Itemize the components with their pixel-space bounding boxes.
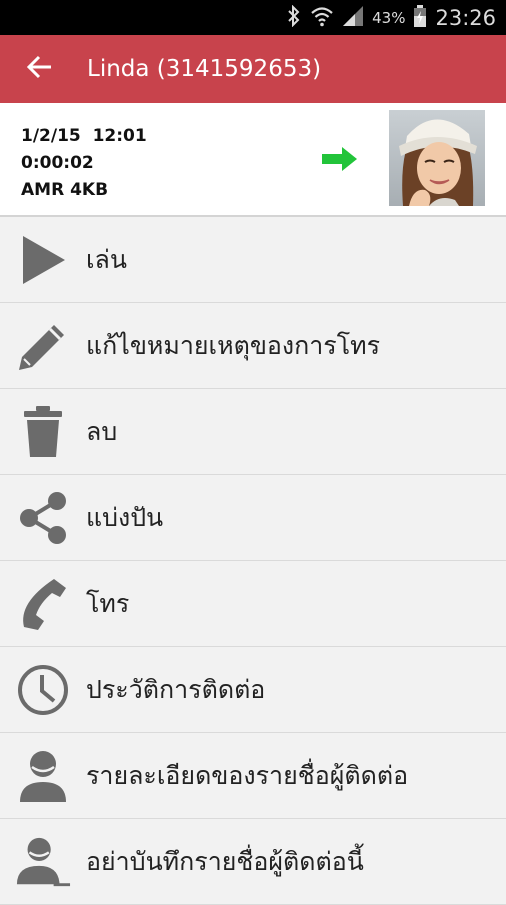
status-bar: 43% 23:26 — [0, 0, 506, 35]
menu-item-label: เล่น — [86, 244, 127, 274]
contact-photo[interactable] — [389, 110, 485, 206]
clock-time: 23:26 — [435, 5, 496, 30]
recording-duration: 0:00:02 — [21, 153, 94, 173]
bluetooth-icon — [286, 4, 302, 31]
menu-item-label: โทร — [86, 588, 130, 618]
clock-icon — [15, 662, 71, 718]
action-menu: เล่น แก้ไขหมายเหตุของการโทร ลบ แบ่งปัน โ… — [0, 217, 506, 905]
signal-icon — [342, 5, 364, 31]
menu-item-label: ประวัติการติดต่อ — [86, 674, 266, 704]
play-icon — [15, 232, 71, 288]
menu-item-label: อย่าบันทึกรายชื่อผู้ติดต่อนี้ — [86, 846, 364, 876]
menu-item-label: แก้ไขหมายเหตุของการโทร — [86, 330, 381, 360]
menu-item-label: รายละเอียดของรายชื่อผู้ติดต่อ — [86, 760, 409, 790]
battery-icon — [413, 4, 427, 31]
battery-percent: 43% — [372, 8, 406, 27]
menu-item-label: ลบ — [86, 416, 118, 446]
menu-item-contact-details[interactable]: รายละเอียดของรายชื่อผู้ติดต่อ — [0, 733, 506, 819]
app-bar: Linda (3141592653) — [0, 35, 506, 103]
recording-datetime: 1/2/15 12:01 — [21, 126, 147, 146]
menu-item-contact-history[interactable]: ประวัติการติดต่อ — [0, 647, 506, 733]
menu-item-play[interactable]: เล่น — [0, 217, 506, 303]
menu-item-call[interactable]: โทร — [0, 561, 506, 647]
menu-item-edit-note[interactable]: แก้ไขหมายเหตุของการโทร — [0, 303, 506, 389]
trash-icon — [15, 404, 71, 460]
page-title: Linda (3141592653) — [87, 56, 322, 82]
back-arrow-icon — [26, 55, 53, 83]
contact-icon — [15, 748, 71, 804]
menu-item-delete[interactable]: ลบ — [0, 389, 506, 475]
phone-icon — [15, 576, 71, 632]
recording-format: AMR 4KB — [21, 180, 109, 200]
back-button[interactable] — [10, 35, 70, 103]
menu-item-share[interactable]: แบ่งปัน — [0, 475, 506, 561]
pencil-icon — [15, 318, 71, 374]
share-icon — [15, 490, 71, 546]
menu-item-do-not-record-contact[interactable]: อย่าบันทึกรายชื่อผู้ติดต่อนี้ — [0, 819, 506, 905]
menu-item-label: แบ่งปัน — [86, 502, 164, 532]
contact-exclude-icon — [15, 834, 71, 890]
outgoing-arrow-icon — [322, 146, 358, 176]
wifi-icon — [310, 5, 334, 31]
